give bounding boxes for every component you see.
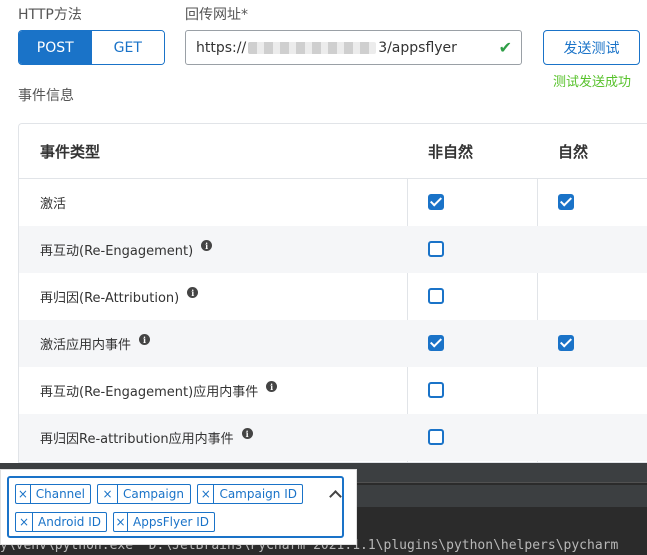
event-name: 再互动(Re-Engagement)应用内事件 i: [40, 367, 278, 414]
event-name-label: 再互动(Re-Engagement): [40, 244, 194, 259]
send-test-button[interactable]: 发送测试: [543, 30, 640, 65]
http-method-label: HTTP方法: [18, 7, 82, 23]
info-icon[interactable]: i: [139, 334, 151, 345]
remove-tag-icon[interactable]: ×: [198, 485, 215, 503]
non-organic-checkbox[interactable]: [428, 382, 444, 398]
event-name-label: 激活应用内事件: [40, 338, 132, 353]
table-row: 激活应用内事件 i: [19, 320, 647, 367]
parameter-tag-label: Campaign ID: [219, 487, 297, 501]
parameter-tag-label: Channel: [35, 487, 85, 501]
parameter-tag: × AppsFlyer ID: [113, 512, 215, 532]
redacted-url-segment: [248, 41, 377, 54]
parameter-select-panel: × Channel × Campaign × Campaign ID × Android ID…: [0, 469, 357, 545]
event-name: 再互动(Re-Engagement) i: [40, 226, 213, 273]
table-row: 再互动(Re-Engagement)应用内事件 i: [19, 367, 647, 414]
event-name: 激活: [40, 179, 66, 226]
remove-tag-icon[interactable]: ×: [114, 513, 129, 531]
remove-tag-icon[interactable]: ×: [16, 485, 31, 503]
callback-url-prefix: https://: [196, 39, 247, 56]
non-organic-checkbox[interactable]: [428, 194, 444, 210]
chevron-up-icon[interactable]: [329, 490, 342, 503]
table-header-row: 事件类型 非自然 自然: [19, 124, 647, 179]
remove-tag-icon[interactable]: ×: [98, 485, 118, 503]
header-non-organic: 非自然: [428, 142, 474, 161]
table-row: 再归因(Re-Attribution) i: [19, 273, 647, 320]
info-icon[interactable]: i: [266, 381, 278, 392]
parameter-tag-label: Campaign: [123, 487, 184, 501]
parameter-tag-input[interactable]: × Channel × Campaign × Campaign ID × Android ID…: [7, 476, 344, 538]
event-table: 事件类型 非自然 自然 激活 再互动(Re-Engagement) i 再归因(Re-…: [18, 123, 647, 463]
event-name: 激活应用内事件 i: [40, 320, 151, 367]
info-icon[interactable]: i: [241, 428, 253, 439]
send-status-text: 测试发送成功: [553, 75, 632, 90]
parameter-tag-label: AppsFlyer ID: [133, 515, 209, 529]
remove-tag-icon[interactable]: ×: [16, 513, 33, 531]
parameter-tag: × Campaign: [97, 484, 191, 504]
non-organic-checkbox[interactable]: [428, 429, 444, 445]
event-info-label: 事件信息: [18, 88, 74, 104]
info-icon[interactable]: i: [201, 240, 213, 251]
callback-url-input[interactable]: https:// 3/appsflyer ✔: [185, 30, 522, 65]
table-row: 再归因Re-attribution应用内事件 i: [19, 414, 647, 461]
header-organic: 自然: [558, 142, 589, 161]
organic-checkbox[interactable]: [558, 194, 574, 210]
terminal-tab-strip: [345, 485, 647, 507]
event-name-label: 激活: [40, 197, 67, 212]
non-organic-checkbox[interactable]: [428, 241, 444, 257]
event-name-label: 再互动(Re-Engagement)应用内事件: [40, 385, 259, 400]
event-name-label: 再归因Re-attribution应用内事件: [40, 432, 234, 447]
callback-url-suffix: 3/appsflyer: [378, 39, 457, 56]
non-organic-checkbox[interactable]: [428, 288, 444, 304]
header-event-type: 事件类型: [40, 142, 101, 161]
http-method-toggle[interactable]: POST GET: [18, 30, 165, 65]
table-row: 激活: [19, 179, 647, 226]
event-name: 再归因Re-attribution应用内事件 i: [40, 414, 253, 461]
get-option[interactable]: GET: [91, 31, 164, 64]
event-name-label: 再归因(Re-Attribution): [40, 291, 180, 306]
parameter-tag-label: Android ID: [38, 515, 101, 529]
parameter-tag: × Campaign ID: [197, 484, 303, 504]
callback-url-label: 回传网址*: [185, 7, 248, 23]
event-name: 再归因(Re-Attribution) i: [40, 273, 199, 320]
info-icon[interactable]: i: [187, 287, 199, 298]
post-option[interactable]: POST: [19, 31, 92, 64]
table-row: 再互动(Re-Engagement) i: [19, 226, 647, 273]
organic-checkbox[interactable]: [558, 335, 574, 351]
non-organic-checkbox[interactable]: [428, 335, 444, 351]
parameter-tag: × Android ID: [15, 512, 107, 532]
parameter-tag: × Channel: [15, 484, 91, 504]
check-icon: ✔: [498, 38, 512, 57]
